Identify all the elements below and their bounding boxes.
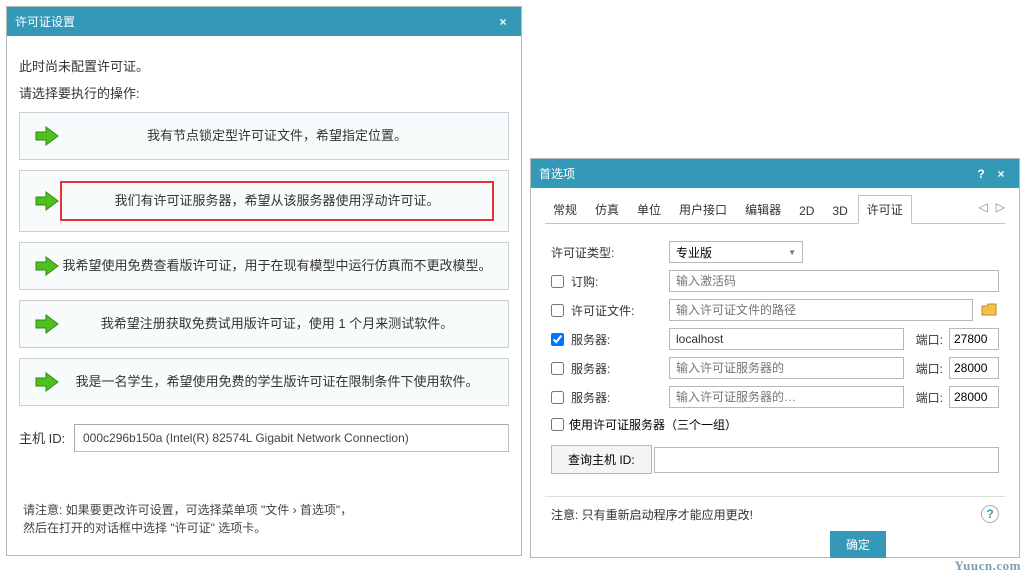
triple-server-checkbox[interactable] (551, 418, 564, 431)
help-icon[interactable]: ? (971, 167, 991, 181)
file-input[interactable] (669, 299, 973, 321)
license-type-label: 许可证类型: (551, 244, 614, 261)
query-host-field[interactable] (654, 447, 999, 473)
port1-label: 端口: (916, 331, 943, 348)
option-floating-server-label: 我们有许可证服务器，希望从该服务器使用浮动许可证。 (60, 181, 494, 221)
tab-scroll-left-icon[interactable]: ◁ (979, 200, 988, 214)
option-student[interactable]: 我是一名学生，希望使用免费的学生版许可证在限制条件下使用软件。 (19, 358, 509, 406)
ok-button[interactable]: 确定 (830, 531, 886, 558)
arrow-icon (34, 371, 60, 393)
host-id-value[interactable]: 000c296b150a (Intel(R) 82574L Gigabit Ne… (74, 424, 509, 452)
server3-input[interactable] (669, 386, 904, 408)
option-floating-server[interactable]: 我们有许可证服务器，希望从该服务器使用浮动许可证。 (19, 170, 509, 232)
order-checkbox[interactable] (551, 275, 564, 288)
tab-units[interactable]: 单位 (629, 196, 669, 223)
port3-label: 端口: (916, 389, 943, 406)
close-icon[interactable]: × (493, 15, 513, 29)
server3-checkbox[interactable] (551, 391, 564, 404)
option-free-viewer-label: 我希望使用免费查看版许可证，用于在现有模型中运行仿真而不更改模型。 (60, 256, 494, 276)
file-checkbox[interactable] (551, 304, 564, 317)
server2-label: 服务器: (571, 360, 610, 377)
close-icon[interactable]: × (991, 167, 1011, 181)
server1-input[interactable] (669, 328, 904, 350)
preferences-titlebar[interactable]: 首选项 ? × (531, 159, 1019, 188)
arrow-icon (34, 313, 60, 335)
server1-checkbox[interactable] (551, 333, 564, 346)
tabs: 常规 仿真 单位 用户接口 编辑器 2D 3D 许可证 ◁ ▷ (545, 196, 1005, 224)
option-node-locked[interactable]: 我有节点锁定型许可证文件，希望指定位置。 (19, 112, 509, 160)
license-setup-titlebar[interactable]: 许可证设置 × (7, 7, 521, 36)
server2-checkbox[interactable] (551, 362, 564, 375)
tab-ui[interactable]: 用户接口 (671, 196, 735, 223)
option-trial[interactable]: 我希望注册获取免费试用版许可证，使用 1 个月来测试软件。 (19, 300, 509, 348)
triple-server-label: 使用许可证服务器（三个一组） (569, 416, 737, 433)
server2-input[interactable] (669, 357, 904, 379)
tab-scroll-right-icon[interactable]: ▷ (996, 200, 1005, 214)
server3-label: 服务器: (571, 389, 610, 406)
option-trial-label: 我希望注册获取免费试用版许可证，使用 1 个月来测试软件。 (60, 314, 494, 334)
intro-text: 此时尚未配置许可证。 (19, 56, 509, 75)
footer-note: 请注意: 如果要更改许可设置，可选择菜单项 "文件 › 首选项"， 然后在打开的… (23, 501, 352, 537)
host-id-label: 主机 ID: (19, 428, 74, 447)
tab-simulation[interactable]: 仿真 (587, 196, 627, 223)
preferences-window: 首选项 ? × 常规 仿真 单位 用户接口 编辑器 2D 3D 许可证 ◁ ▷ … (530, 158, 1020, 558)
server1-label: 服务器: (571, 331, 610, 348)
option-student-label: 我是一名学生，希望使用免费的学生版许可证在限制条件下使用软件。 (60, 372, 494, 392)
help-button[interactable]: ? (981, 505, 999, 523)
license-setup-window: 许可证设置 × 此时尚未配置许可证。 请选择要执行的操作: 我有节点锁定型许可证… (6, 6, 522, 556)
arrow-icon (34, 125, 60, 147)
option-free-viewer[interactable]: 我希望使用免费查看版许可证，用于在现有模型中运行仿真而不更改模型。 (19, 242, 509, 290)
browse-file-button[interactable] (979, 300, 999, 320)
query-host-button[interactable]: 查询主机 ID: (551, 445, 652, 474)
prompt-text: 请选择要执行的操作: (19, 83, 509, 102)
watermark: Yuucn.com (954, 558, 1021, 574)
chevron-down-icon: ▼ (788, 248, 796, 257)
tab-2d[interactable]: 2D (791, 199, 822, 223)
restart-warning: 注意: 只有重新启动程序才能应用更改! (551, 506, 981, 523)
port1-input[interactable] (949, 328, 999, 350)
tab-editor[interactable]: 编辑器 (737, 196, 789, 223)
port3-input[interactable] (949, 386, 999, 408)
option-node-locked-label: 我有节点锁定型许可证文件，希望指定位置。 (60, 126, 494, 146)
arrow-icon (34, 190, 60, 212)
order-label: 订购: (571, 273, 598, 290)
tab-3d[interactable]: 3D (824, 199, 855, 223)
tab-license[interactable]: 许可证 (858, 195, 912, 224)
preferences-title: 首选项 (539, 165, 971, 182)
host-id-row: 主机 ID: 000c296b150a (Intel(R) 82574L Gig… (19, 424, 509, 452)
order-input[interactable] (669, 270, 999, 292)
license-type-select[interactable]: 专业版▼ (669, 241, 803, 263)
port2-input[interactable] (949, 357, 999, 379)
port2-label: 端口: (916, 360, 943, 377)
file-label: 许可证文件: (571, 302, 634, 319)
tab-general[interactable]: 常规 (545, 196, 585, 223)
arrow-icon (34, 255, 60, 277)
license-setup-title: 许可证设置 (15, 13, 493, 30)
